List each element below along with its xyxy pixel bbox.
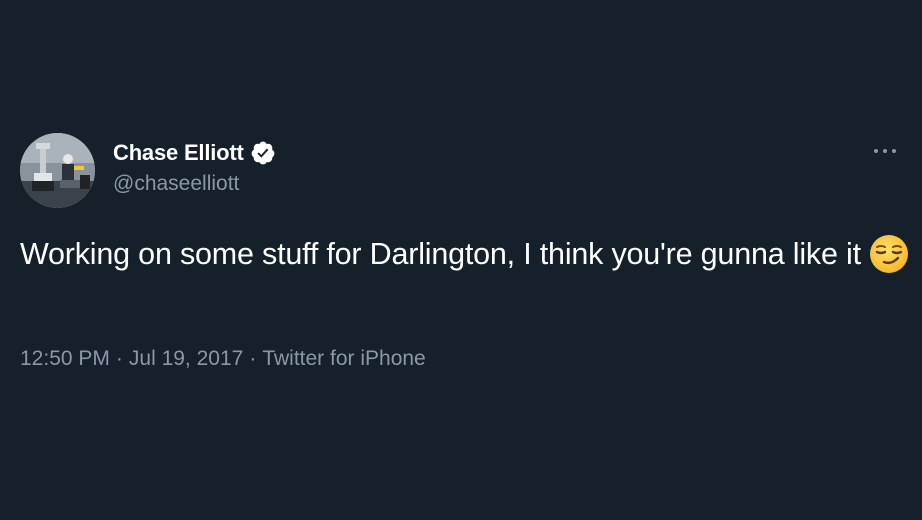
tweet-text: Working on some stuff for Darlington, I … — [20, 237, 861, 271]
tweet-card: Chase Elliott @chaseelliott Working on s… — [0, 0, 922, 520]
more-options-button[interactable] — [872, 141, 898, 161]
smirking-face-icon — [869, 234, 909, 274]
meta-separator: · — [249, 347, 257, 370]
tweet-date[interactable]: Jul 19, 2017 — [129, 347, 243, 370]
author-handle[interactable]: @chaseelliott — [113, 172, 239, 196]
tweet-text-container: Working on some stuff for Darlington, I … — [20, 232, 910, 277]
more-horizontal-icon — [874, 149, 896, 153]
tweet-metadata: 12:50 PM · Jul 19, 2017 · Twitter for iPhone — [20, 347, 426, 371]
display-name[interactable]: Chase Elliott — [113, 140, 244, 166]
verified-badge-icon — [250, 140, 276, 166]
avatar[interactable] — [20, 133, 95, 208]
author-name-row: Chase Elliott — [113, 140, 276, 166]
tweet-source[interactable]: Twitter for iPhone — [262, 347, 425, 370]
avatar-photo-icon — [20, 133, 95, 208]
tweet-time[interactable]: 12:50 PM — [20, 347, 110, 370]
meta-separator: · — [115, 347, 123, 370]
